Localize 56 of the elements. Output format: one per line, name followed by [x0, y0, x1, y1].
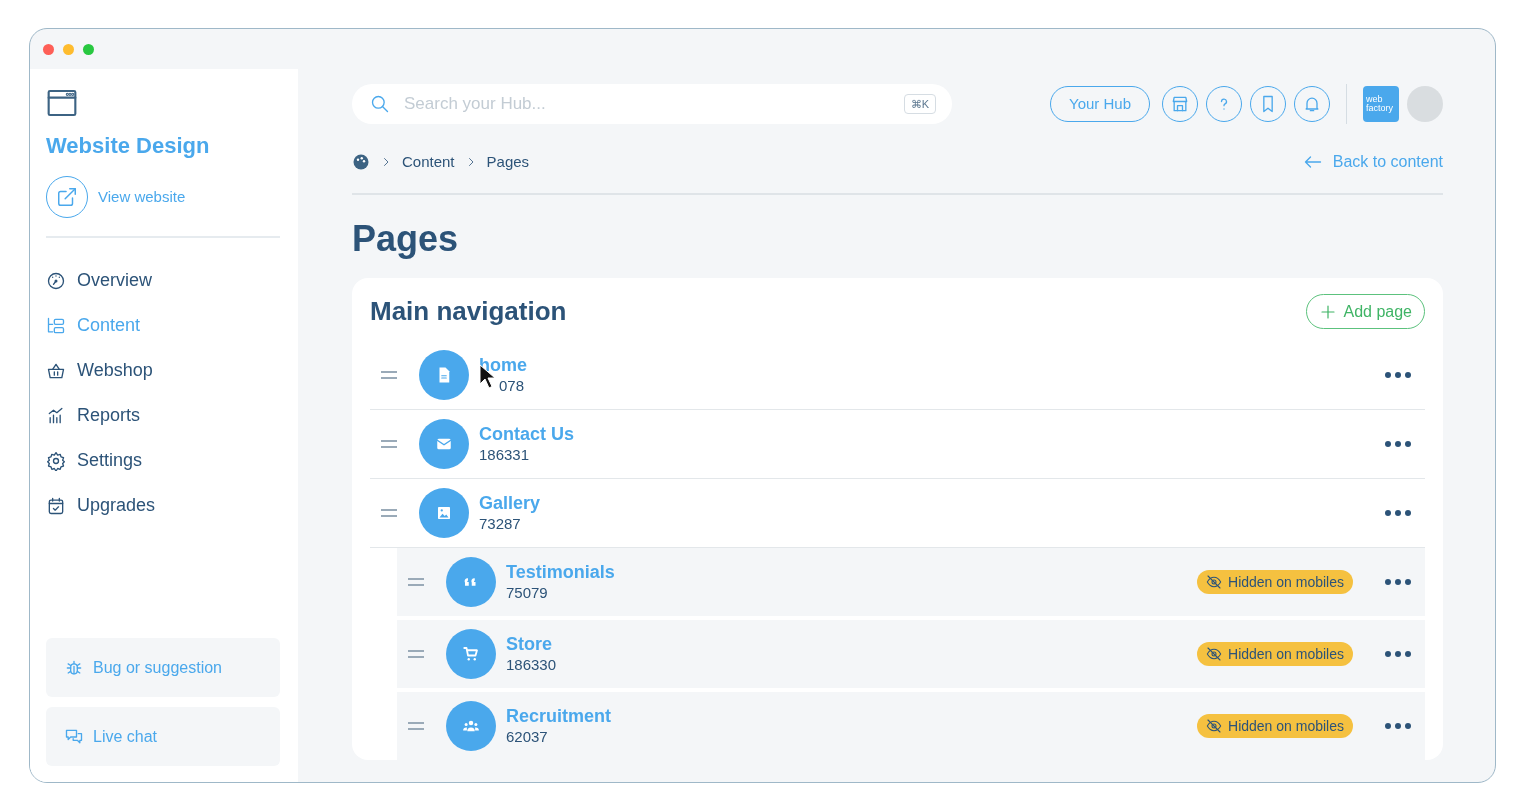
gear-icon [46, 450, 66, 471]
bar-chart-icon [46, 405, 66, 426]
eye-slash-icon [1206, 574, 1223, 591]
visibility-badge: Hidden on mobiles [1197, 570, 1353, 595]
close-window-button[interactable] [43, 43, 54, 55]
page-id: 078 [499, 377, 525, 395]
section-title: Main navigation [370, 296, 567, 328]
sidebar-item[interactable]: Reports [46, 393, 280, 438]
browser-window-icon [46, 87, 78, 119]
page-id: 186330 [506, 656, 557, 674]
search-icon [370, 94, 390, 114]
drag-handle-icon[interactable] [407, 650, 425, 659]
page-id: 73287 [479, 515, 521, 533]
site-title: Website Design [46, 132, 211, 160]
eye-slash-icon [1206, 718, 1223, 735]
shortcut-key-hint: ⌘K [903, 93, 936, 115]
minimize-window-button[interactable] [63, 43, 74, 55]
folder-tree-icon [46, 315, 66, 336]
page-link[interactable]: Store [506, 634, 557, 656]
sidebar-item[interactable]: Settings [46, 438, 280, 483]
avatar-icon[interactable] [1407, 86, 1443, 122]
drag-handle-icon[interactable] [380, 509, 398, 518]
drag-handle-icon[interactable] [407, 578, 425, 587]
breadcrumb-link[interactable]: Content [402, 150, 455, 174]
search-input[interactable]: Search your Hub... [402, 90, 892, 118]
external-link-icon [56, 186, 78, 208]
eye-slash-icon [1206, 646, 1223, 663]
company-logo: web factory [1363, 86, 1399, 122]
gauge-icon [46, 270, 66, 291]
page-title: Pages [352, 217, 460, 261]
page-link[interactable]: Testimonials [506, 562, 615, 584]
page-link[interactable]: Contact Us [479, 424, 574, 446]
visibility-badge: Hidden on mobiles [1197, 642, 1353, 667]
page-link[interactable]: Gallery [479, 493, 541, 515]
sidebar-item[interactable]: Webshop [46, 348, 280, 393]
chat-button[interactable]: Live chat [46, 707, 280, 766]
drag-handle-icon[interactable] [380, 371, 398, 380]
back-link[interactable]: Back to content [1302, 150, 1443, 174]
page-id: 186331 [479, 446, 530, 464]
calendar-check-icon [46, 495, 66, 516]
page-id: 75079 [506, 584, 548, 602]
drag-handle-icon[interactable] [407, 722, 425, 731]
palette-icon[interactable] [352, 153, 370, 171]
search-field[interactable]: Search your Hub... ⌘K [352, 84, 952, 124]
sidebar-item[interactable]: Content [46, 303, 280, 348]
page-link[interactable]: Recruitment [506, 706, 612, 728]
visibility-badge: Hidden on mobiles [1197, 714, 1353, 739]
breadcrumb-current[interactable]: Pages [486, 150, 530, 174]
maximize-window-button[interactable] [83, 43, 94, 55]
page-id: 62037 [506, 728, 548, 746]
sidebar-item[interactable]: Upgrades [46, 483, 280, 528]
drag-handle-icon[interactable] [380, 440, 398, 449]
view-website-link[interactable]: View website [46, 176, 280, 218]
sidebar-item[interactable]: Overview [46, 258, 280, 303]
feedback-button[interactable]: Bug or suggestion [46, 638, 280, 697]
storefront-icon [1170, 94, 1190, 114]
